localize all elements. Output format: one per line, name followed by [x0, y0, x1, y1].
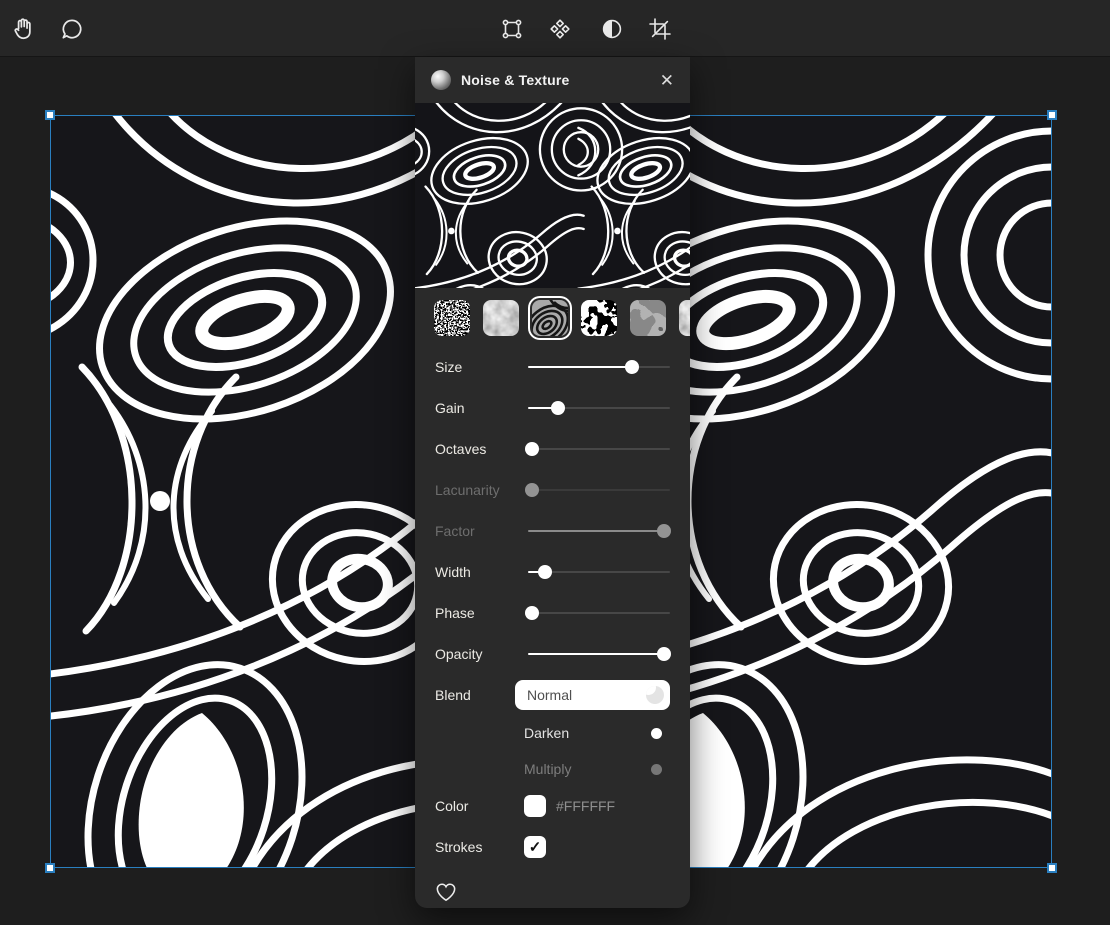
slider-knob-lacunarity[interactable] — [525, 483, 539, 497]
close-icon[interactable]: ✕ — [660, 72, 674, 89]
thumbnail-soft-noise[interactable] — [483, 300, 519, 336]
color-label: Color — [435, 798, 524, 814]
app-window: Noise & Texture ✕ — [0, 0, 1110, 925]
transform-icon[interactable] — [497, 14, 527, 44]
slider-knob-width[interactable] — [538, 565, 552, 579]
toolbar — [0, 0, 1110, 57]
slider-knob-opacity[interactable] — [657, 647, 671, 661]
slider-label-lacunarity: Lacunarity — [435, 482, 528, 498]
thumbnail-cut-off[interactable] — [679, 300, 690, 336]
slider-label-octaves: Octaves — [435, 441, 528, 457]
blend-option-dot-darken — [651, 728, 662, 739]
blend-option-darken[interactable]: Darken — [524, 715, 670, 751]
blend-value: Normal — [527, 687, 572, 703]
slider-label-gain: Gain — [435, 400, 528, 416]
slider-track-gain[interactable] — [528, 407, 670, 409]
slider-label-opacity: Opacity — [435, 646, 528, 662]
slider-track-lacunarity[interactable] — [528, 489, 670, 491]
blend-options: Darken Multiply — [435, 715, 670, 787]
slider-knob-size[interactable] — [625, 360, 639, 374]
noise-texture-panel: Noise & Texture ✕ — [415, 57, 690, 908]
controls: Size Gain Octaves Lacunarity Factor — [415, 340, 690, 908]
slider-knob-octaves[interactable] — [525, 442, 539, 456]
slider-width: Width — [435, 551, 670, 592]
slider-track-size[interactable] — [528, 366, 670, 368]
texture-type-row — [415, 288, 690, 340]
strokes-label: Strokes — [435, 839, 524, 855]
heart-icon — [435, 882, 457, 907]
blend-row: Blend Normal — [435, 674, 670, 715]
blend-normal-icon — [646, 686, 664, 704]
slider-label-factor: Factor — [435, 523, 528, 539]
strokes-checkbox[interactable]: ✓ — [524, 836, 546, 858]
texture-preview — [415, 103, 690, 288]
slider-track-opacity[interactable] — [528, 653, 670, 655]
slider-track-phase[interactable] — [528, 612, 670, 614]
slider-factor: Factor — [435, 510, 670, 551]
hand-icon[interactable] — [9, 14, 39, 44]
slider-track-factor[interactable] — [528, 530, 670, 532]
slider-phase: Phase — [435, 592, 670, 633]
thumbnail-turing-blobs[interactable] — [581, 300, 617, 336]
panel-title: Noise & Texture — [461, 72, 570, 88]
selection-handle-top-left[interactable] — [45, 110, 55, 120]
panel-header: Noise & Texture ✕ — [415, 57, 690, 103]
favorite-button[interactable] — [435, 879, 670, 908]
blend-option-multiply[interactable]: Multiply — [524, 751, 670, 787]
selection-handle-top-right[interactable] — [1047, 110, 1057, 120]
slider-octaves: Octaves — [435, 428, 670, 469]
blend-select[interactable]: Normal — [515, 680, 670, 710]
slider-gain: Gain — [435, 387, 670, 428]
selection-handle-bottom-right[interactable] — [1047, 863, 1057, 873]
diamond-pattern-icon[interactable] — [545, 14, 575, 44]
slider-label-width: Width — [435, 564, 528, 580]
strokes-row: Strokes ✓ — [435, 825, 670, 869]
thumbnail-contour-lines[interactable] — [532, 300, 568, 336]
noise-texture-logo-icon — [431, 70, 451, 90]
blend-option-dot-multiply — [651, 764, 662, 775]
slider-knob-phase[interactable] — [525, 606, 539, 620]
slider-knob-gain[interactable] — [551, 401, 565, 415]
thumbnail-cells[interactable] — [630, 300, 666, 336]
slider-label-size: Size — [435, 359, 528, 375]
slider-opacity: Opacity — [435, 633, 670, 674]
comment-icon[interactable] — [57, 14, 87, 44]
slider-track-octaves[interactable] — [528, 448, 670, 450]
crop-icon[interactable] — [645, 14, 675, 44]
blend-label: Blend — [435, 687, 515, 703]
color-hex-value[interactable]: #FFFFFF — [556, 798, 615, 814]
slider-size: Size — [435, 346, 670, 387]
contrast-icon[interactable] — [597, 14, 627, 44]
thumbnail-white-noise[interactable] — [434, 300, 470, 336]
selection-handle-bottom-left[interactable] — [45, 863, 55, 873]
color-swatch[interactable] — [524, 795, 546, 817]
color-row: Color #FFFFFF — [435, 787, 670, 825]
slider-track-width[interactable] — [528, 571, 670, 573]
slider-label-phase: Phase — [435, 605, 528, 621]
slider-knob-factor[interactable] — [657, 524, 671, 538]
slider-lacunarity: Lacunarity — [435, 469, 670, 510]
